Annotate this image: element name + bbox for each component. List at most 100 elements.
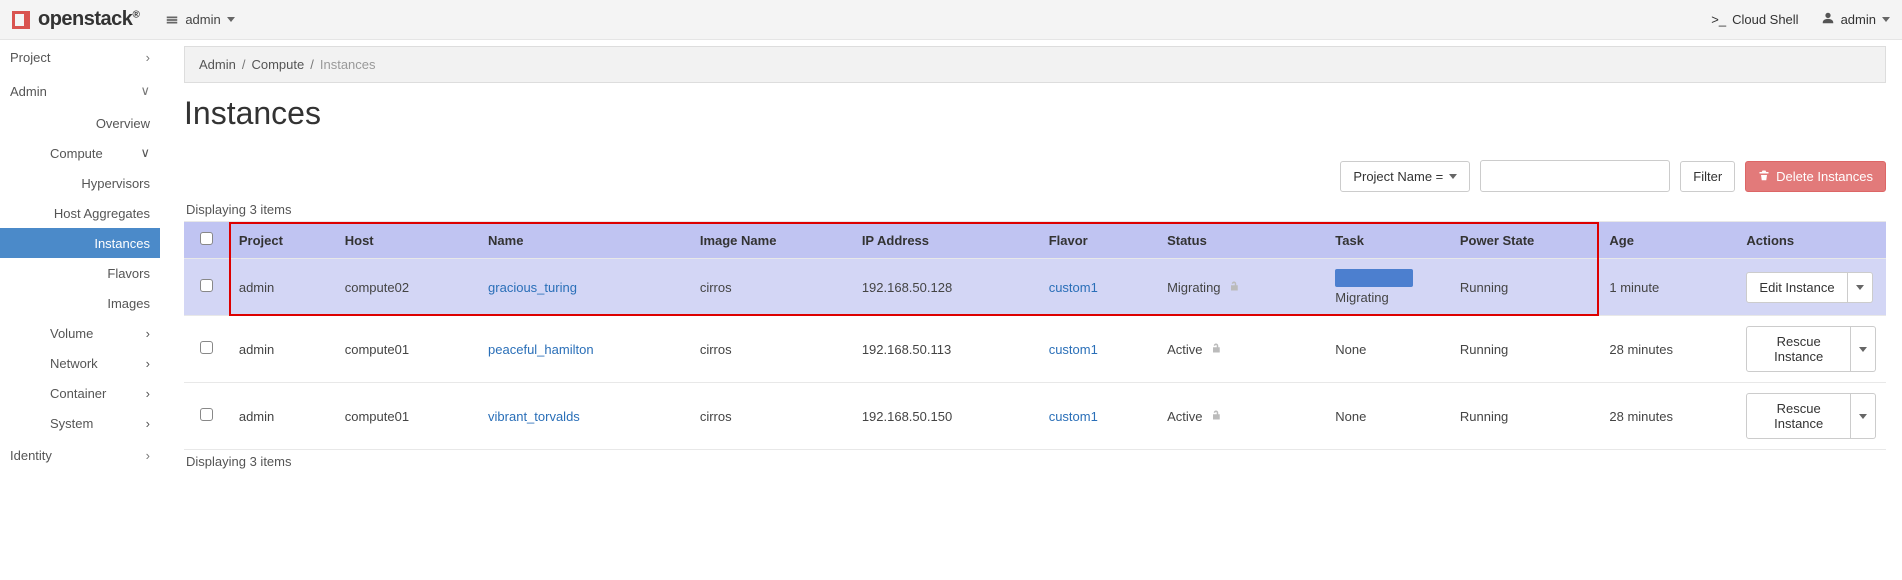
- row-checkbox[interactable]: [200, 341, 213, 354]
- cell-host: compute01: [335, 316, 478, 383]
- col-checkbox[interactable]: [184, 222, 229, 259]
- row-action-button[interactable]: Rescue Instance: [1746, 393, 1851, 439]
- cell-ip: 192.168.50.113: [852, 316, 1039, 383]
- cell-status: Active: [1157, 316, 1325, 383]
- breadcrumb: Admin / Compute / Instances: [184, 46, 1886, 83]
- task-label: Migrating: [1335, 290, 1388, 305]
- displaying-count-bottom: Displaying 3 items: [186, 454, 1884, 469]
- cloud-shell-label: Cloud Shell: [1732, 12, 1799, 27]
- sidebar-section-identity[interactable]: Identity ›: [0, 438, 160, 472]
- caret-down-icon: [1449, 174, 1457, 179]
- col-ip[interactable]: IP Address: [852, 222, 1039, 259]
- chevron-right-icon: ›: [146, 356, 150, 371]
- cloud-shell-button[interactable]: >_ Cloud Shell: [1711, 12, 1798, 27]
- chevron-right-icon: ›: [146, 326, 150, 341]
- row-checkbox[interactable]: [200, 408, 213, 421]
- flavor-link[interactable]: custom1: [1049, 409, 1098, 424]
- sidebar-item-network[interactable]: Network ›: [0, 348, 160, 378]
- instance-name-link[interactable]: vibrant_torvalds: [488, 409, 580, 424]
- cell-ip: 192.168.50.128: [852, 259, 1039, 316]
- cell-power: Running: [1450, 316, 1600, 383]
- filter-input[interactable]: [1480, 160, 1670, 192]
- sidebar-section-project[interactable]: Project ›: [0, 40, 160, 74]
- sidebar-item-images[interactable]: Images: [0, 288, 160, 318]
- unlock-icon: [1210, 409, 1222, 424]
- sidebar-item-system[interactable]: System ›: [0, 408, 160, 438]
- cell-image: cirros: [690, 316, 852, 383]
- chevron-right-icon: ›: [146, 448, 150, 463]
- layers-icon: [165, 13, 179, 27]
- table-row: admincompute01 peaceful_hamilton cirros192…: [184, 316, 1886, 383]
- breadcrumb-instances: Instances: [320, 57, 376, 72]
- displaying-count-top: Displaying 3 items: [186, 202, 1884, 217]
- user-icon: [1821, 11, 1835, 28]
- cell-power: Running: [1450, 259, 1600, 316]
- row-action-button[interactable]: Edit Instance: [1746, 272, 1847, 303]
- col-flavor[interactable]: Flavor: [1039, 222, 1157, 259]
- cell-project: admin: [229, 316, 335, 383]
- cell-age: 1 minute: [1599, 259, 1736, 316]
- delete-instances-button[interactable]: Delete Instances: [1745, 161, 1886, 192]
- table-row: admincompute02gracious_turingcirros192.1…: [184, 259, 1886, 316]
- sidebar-item-container[interactable]: Container ›: [0, 378, 160, 408]
- task-label: None: [1335, 409, 1366, 424]
- row-action-dropdown[interactable]: [1848, 272, 1873, 303]
- col-status[interactable]: Status: [1157, 222, 1325, 259]
- cell-status: Active: [1157, 383, 1325, 450]
- cell-host: compute01: [335, 383, 478, 450]
- cell-image: cirros: [690, 259, 852, 316]
- col-project[interactable]: Project: [229, 222, 335, 259]
- sidebar-item-flavors[interactable]: Flavors: [0, 258, 160, 288]
- row-action-button[interactable]: Rescue Instance: [1746, 326, 1851, 372]
- col-task[interactable]: Task: [1325, 222, 1450, 259]
- project-dropdown[interactable]: admin: [165, 12, 234, 27]
- sidebar-item-overview[interactable]: Overview: [0, 108, 160, 138]
- cell-task: None: [1325, 316, 1450, 383]
- terminal-icon: >_: [1711, 12, 1726, 27]
- chevron-down-icon: ∨: [140, 145, 150, 161]
- row-action-dropdown[interactable]: [1851, 393, 1876, 439]
- flavor-link[interactable]: custom1: [1049, 342, 1098, 357]
- caret-down-icon: [1859, 347, 1867, 352]
- col-name[interactable]: Name: [478, 222, 690, 259]
- cell-task: Migrating: [1325, 259, 1450, 316]
- row-action-dropdown[interactable]: [1851, 326, 1876, 372]
- breadcrumb-admin[interactable]: Admin: [199, 57, 236, 72]
- instance-name-link[interactable]: gracious_turing: [488, 280, 577, 295]
- sidebar-item-hypervisors[interactable]: Hypervisors: [0, 168, 160, 198]
- chevron-down-icon: ∨: [140, 83, 150, 99]
- filter-field-dropdown[interactable]: Project Name =: [1340, 161, 1470, 192]
- col-image[interactable]: Image Name: [690, 222, 852, 259]
- sidebar-item-compute[interactable]: Compute ∨: [0, 138, 160, 168]
- unlock-icon: [1228, 280, 1240, 295]
- project-dropdown-label: admin: [185, 12, 220, 27]
- user-menu[interactable]: admin: [1821, 11, 1890, 28]
- sidebar-item-host-aggregates[interactable]: Host Aggregates: [0, 198, 160, 228]
- sidebar-item-volume[interactable]: Volume ›: [0, 318, 160, 348]
- col-age[interactable]: Age: [1599, 222, 1736, 259]
- col-power[interactable]: Power State: [1450, 222, 1600, 259]
- sidebar-item-instances[interactable]: Instances: [0, 228, 160, 258]
- cell-image: cirros: [690, 383, 852, 450]
- sidebar: Project › Admin ∨ Overview Compute ∨ Hyp…: [0, 40, 160, 580]
- cell-age: 28 minutes: [1599, 383, 1736, 450]
- col-host[interactable]: Host: [335, 222, 478, 259]
- instance-name-link[interactable]: peaceful_hamilton: [488, 342, 594, 357]
- caret-down-icon: [1882, 17, 1890, 22]
- cell-age: 28 minutes: [1599, 316, 1736, 383]
- cell-status: Migrating: [1157, 259, 1325, 316]
- sidebar-section-admin[interactable]: Admin ∨: [0, 74, 160, 108]
- breadcrumb-compute[interactable]: Compute: [251, 57, 304, 72]
- table-row: admincompute01vibrant_torvaldscirros192.…: [184, 383, 1886, 450]
- cell-project: admin: [229, 259, 335, 316]
- trash-icon: [1758, 169, 1770, 184]
- row-checkbox[interactable]: [200, 279, 213, 292]
- page-title: Instances: [184, 95, 1886, 132]
- chevron-right-icon: ›: [146, 386, 150, 401]
- caret-down-icon: [227, 17, 235, 22]
- filter-button[interactable]: Filter: [1680, 161, 1735, 192]
- caret-down-icon: [1859, 414, 1867, 419]
- flavor-link[interactable]: custom1: [1049, 280, 1098, 295]
- cell-task: None: [1325, 383, 1450, 450]
- task-label: None: [1335, 342, 1366, 357]
